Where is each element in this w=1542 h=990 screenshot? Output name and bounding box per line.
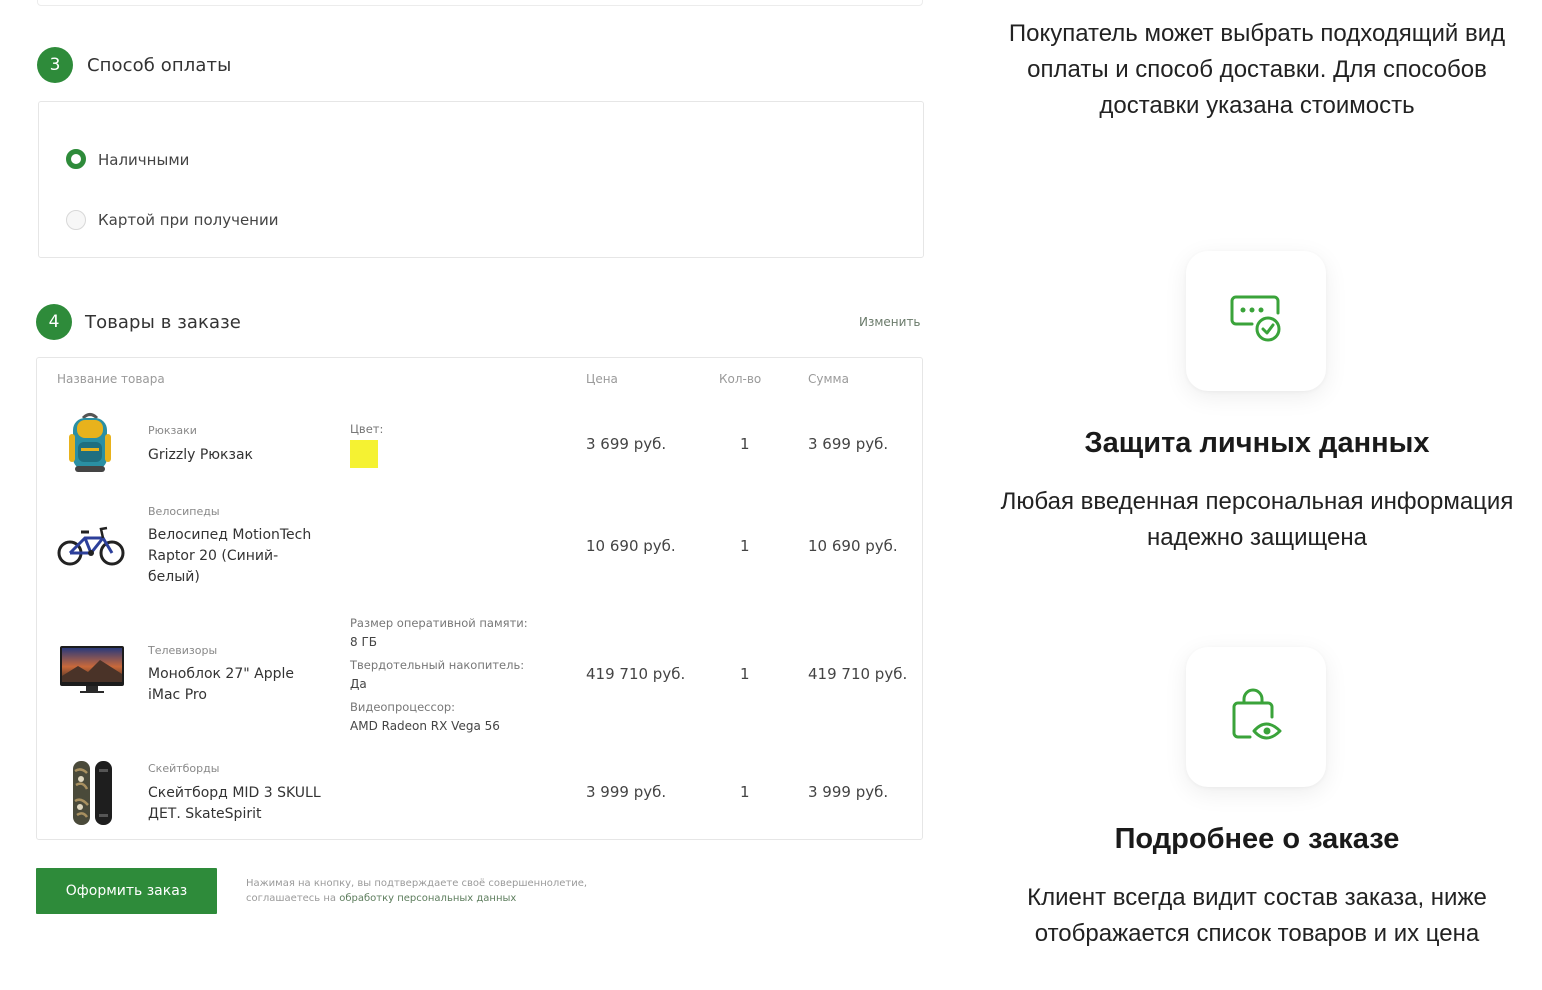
previous-section-edge (37, 0, 923, 6)
backpack-image (69, 413, 111, 472)
item-prop-value: Да (350, 677, 367, 691)
item-name-link[interactable]: Велосипед MotionTech Raptor 20 (Синий-бе… (148, 525, 328, 588)
goods-title: Товары в заказе (85, 312, 241, 333)
item-name-link[interactable]: Скейтборд MID 3 SKULL ДЕТ. SkateSpirit (148, 783, 338, 825)
bicycle-image (57, 526, 125, 566)
disclaimer-prefix: соглашаетесь на (246, 893, 340, 904)
item-sum: 10 690 руб. (808, 537, 898, 555)
item-color-label: Цвет: (350, 422, 384, 436)
disclaimer-line: Нажимая на кнопку, вы подтверждаете своё… (246, 878, 588, 889)
order-disclaimer: Нажимая на кнопку, вы подтверждаете своё… (246, 876, 587, 906)
payment-option-label: Наличными (98, 151, 190, 169)
skateboard-image (73, 761, 112, 825)
item-name-link[interactable]: Моноблок 27" Apple iMac Pro (148, 664, 318, 706)
privacy-icon-card (1186, 251, 1326, 391)
payment-option-label: Картой при получении (98, 211, 279, 229)
radio-cash[interactable] (66, 149, 86, 169)
item-sum: 3 999 руб. (808, 783, 889, 801)
item-category: Велосипеды (148, 505, 220, 518)
item-prop-value: AMD Radeon RX Vega 56 (350, 719, 500, 733)
item-qty: 1 (740, 435, 750, 453)
password-check-icon (1230, 295, 1281, 342)
feature-intro-text: Покупатель может выбрать подходящий вид … (1008, 20, 1506, 119)
radio-card[interactable] (66, 210, 86, 230)
payment-options-box (38, 101, 924, 258)
place-order-button[interactable]: Оформить заказ (36, 868, 217, 914)
imac-image (60, 646, 124, 693)
details-icon-card (1186, 647, 1326, 787)
item-qty: 1 (740, 783, 750, 801)
disclaimer-line: соглашаетесь на обработку персональных д… (246, 891, 587, 906)
item-category: Телевизоры (148, 644, 218, 657)
column-header-qty: Кол-во (719, 372, 762, 386)
privacy-title: Защита личных данных (1084, 427, 1430, 459)
change-order-link[interactable]: Изменить (859, 315, 921, 329)
item-qty: 1 (740, 665, 750, 683)
payment-step-number: 3 (37, 47, 73, 83)
item-sum: 3 699 руб. (808, 435, 889, 453)
color-swatch (350, 440, 378, 468)
payment-title: Способ оплаты (87, 55, 232, 76)
goods-step-number: 4 (36, 304, 72, 340)
details-text: Клиент всегда видит состав заказа, ниже … (1027, 884, 1487, 947)
item-qty: 1 (740, 537, 750, 555)
item-category: Рюкзаки (148, 424, 197, 437)
item-price: 3 699 руб. (586, 435, 667, 453)
item-prop-label: Размер оперативной памяти: (350, 616, 528, 630)
column-header-name: Название товара (57, 372, 165, 386)
item-price: 3 999 руб. (586, 783, 667, 801)
item-prop-label: Видеопроцессор: (350, 700, 456, 714)
privacy-text: Любая введенная персональная информация … (1000, 488, 1514, 551)
column-header-sum: Сумма (808, 372, 849, 386)
item-prop-label: Твердотельный накопитель: (350, 658, 525, 672)
item-category: Скейтборды (148, 762, 220, 775)
details-title: Подробнее о заказе (1114, 823, 1400, 855)
item-price: 10 690 руб. (586, 537, 676, 555)
item-name-link[interactable]: Grizzly Рюкзак (148, 445, 333, 466)
column-header-price: Цена (586, 372, 618, 386)
item-sum: 419 710 руб. (808, 665, 908, 683)
item-prop-value: 8 ГБ (350, 635, 377, 649)
personal-data-link[interactable]: обработку персональных данных (339, 893, 516, 904)
bag-eye-icon (1232, 688, 1282, 740)
item-price: 419 710 руб. (586, 665, 686, 683)
